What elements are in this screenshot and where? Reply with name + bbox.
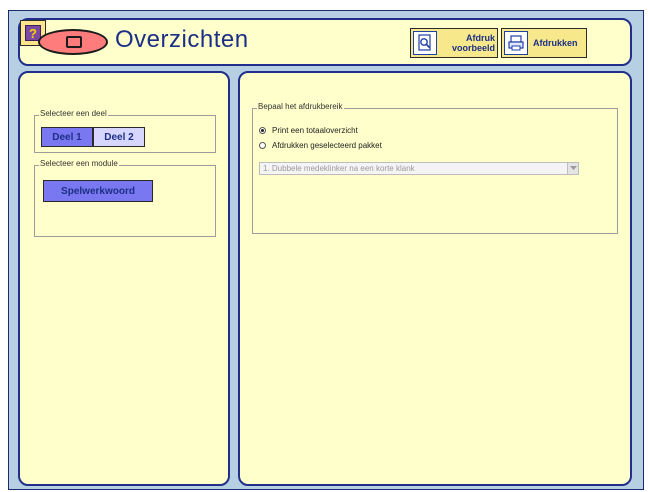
radio-unchecked-icon[interactable] (259, 142, 266, 149)
logo-icon (38, 29, 108, 55)
print-range-group-title: Bepaal het afdrukbereik (257, 102, 344, 111)
logo-square-icon (66, 36, 82, 48)
header-bar: Overzichten Afdruk voorbeeld Afdrukken ? (18, 18, 632, 66)
print-button[interactable]: Afdrukken (501, 28, 587, 58)
print-preview-button[interactable]: Afdruk voorbeeld (410, 28, 498, 58)
print-label: Afdrukken (533, 38, 578, 48)
deel-2-button[interactable]: Deel 2 (93, 127, 145, 147)
radio-total-overview[interactable]: Print een totaaloverzicht (259, 126, 358, 135)
deel-group: Selecteer een deel Deel 1 Deel 2 (34, 109, 216, 153)
dropdown-arrow-icon[interactable] (567, 163, 578, 174)
magnifier-page-icon (413, 31, 437, 55)
printer-icon (504, 31, 528, 55)
print-range-group: Bepaal het afdrukbereik Print een totaal… (252, 102, 618, 234)
radio-selected-package[interactable]: Afdrukken geselecteerd pakket (259, 141, 382, 150)
page-title: Overzichten (115, 26, 249, 53)
deel-group-title: Selecteer een deel (39, 109, 108, 118)
left-panel: Selecteer een deel Deel 1 Deel 2 Selecte… (18, 71, 230, 486)
module-button-spelwerkwoord[interactable]: Spelwerkwoord (43, 180, 153, 202)
package-select-value: 1. Dubbele medeklinker na een korte klan… (263, 164, 415, 173)
radio-total-overview-label: Print een totaaloverzicht (272, 126, 358, 135)
package-select[interactable]: 1. Dubbele medeklinker na een korte klan… (259, 162, 579, 175)
deel-1-button[interactable]: Deel 1 (41, 127, 93, 147)
radio-selected-package-label: Afdrukken geselecteerd pakket (272, 141, 382, 150)
right-panel: Bepaal het afdrukbereik Print een totaal… (238, 71, 632, 486)
print-preview-label: Afdruk voorbeeld (451, 33, 495, 53)
radio-checked-icon[interactable] (259, 127, 266, 134)
module-group-title: Selecteer een module (39, 159, 119, 168)
module-group: Selecteer een module Spelwerkwoord (34, 159, 216, 237)
